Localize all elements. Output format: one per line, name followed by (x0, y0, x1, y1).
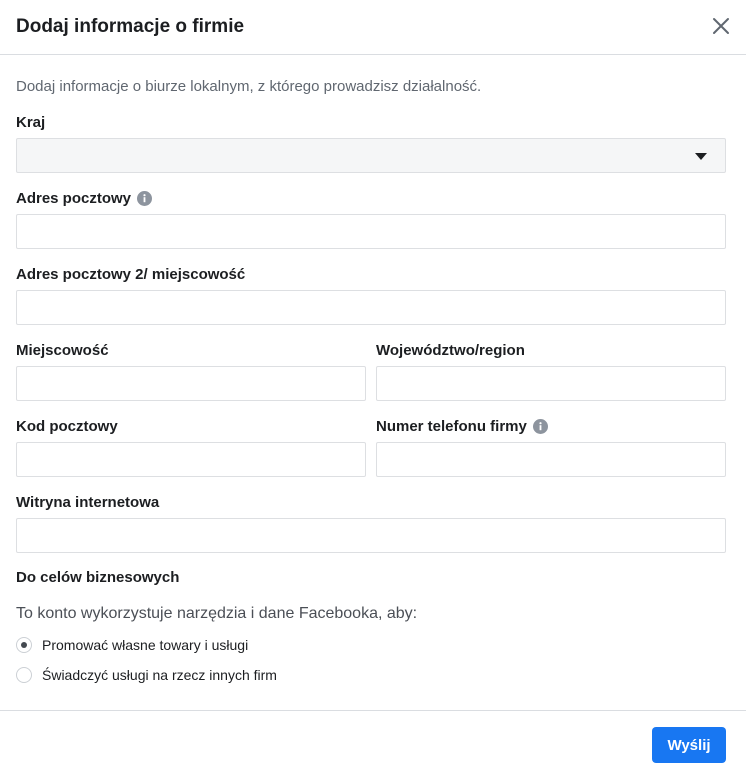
info-icon[interactable] (137, 191, 153, 206)
postal-input[interactable] (16, 442, 366, 477)
radio-button-checked[interactable] (16, 637, 32, 653)
address1-label: Adres pocztowy (16, 190, 153, 207)
country-label: Kraj (16, 114, 46, 131)
address1-input[interactable] (16, 214, 726, 249)
dialog-title: Dodaj informacje o firmie (16, 16, 245, 37)
dialog-intro: Dodaj informacje o biurze lokalnym, z kt… (16, 78, 482, 95)
region-input[interactable] (376, 366, 726, 401)
country-select[interactable] (16, 138, 726, 173)
address2-input[interactable] (16, 290, 726, 325)
business-description: To konto wykorzystuje narzędzia i dane F… (16, 605, 418, 622)
radio-label: Promować własne towary i usługi (42, 637, 249, 653)
caret-down-icon (695, 153, 707, 160)
radio-option-promote[interactable]: Promować własne towary i usługi (16, 637, 248, 653)
business-section-title: Do celów biznesowych (16, 569, 180, 586)
dialog-header: Dodaj informacje o firmie (0, 0, 746, 55)
website-label: Witryna internetowa (16, 494, 160, 511)
phone-label: Numer telefonu firmy (376, 418, 548, 435)
phone-input[interactable] (376, 442, 726, 477)
close-icon[interactable] (712, 17, 730, 35)
postal-label: Kod pocztowy (16, 418, 118, 435)
radio-option-services[interactable]: Świadczyć usługi na rzecz innych firm (16, 667, 277, 683)
address2-label: Adres pocztowy 2/ miejscowość (16, 266, 246, 283)
website-input[interactable] (16, 518, 726, 553)
city-label: Miejscowość (16, 342, 109, 359)
city-input[interactable] (16, 366, 366, 401)
submit-button[interactable]: Wyślij (652, 727, 726, 763)
info-icon[interactable] (532, 419, 548, 434)
radio-label: Świadczyć usługi na rzecz innych firm (42, 667, 277, 683)
region-label: Województwo/region (376, 342, 525, 359)
radio-button[interactable] (16, 667, 32, 683)
dialog-footer: Wyślij (0, 710, 746, 777)
